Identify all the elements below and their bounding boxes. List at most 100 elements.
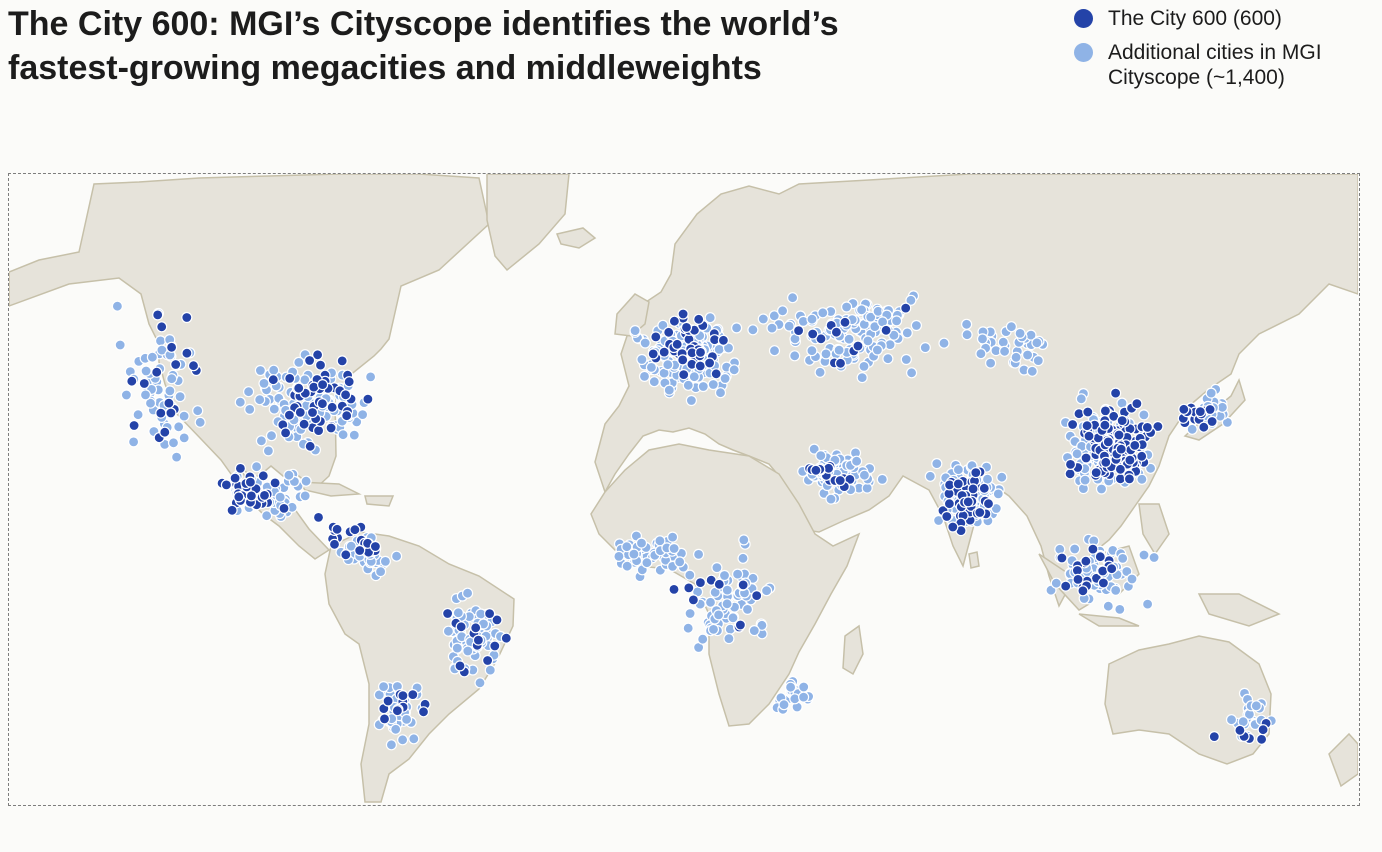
additional-city-dot — [931, 458, 943, 470]
additional-city-dot — [856, 372, 868, 384]
additional-city-dot — [120, 389, 133, 401]
additional-city-dot — [737, 552, 749, 564]
city600-dot — [703, 357, 716, 369]
additional-city-dot — [840, 301, 853, 313]
additional-city-dot — [721, 598, 733, 610]
city600-dot — [165, 407, 177, 419]
city600-dot — [680, 321, 693, 333]
city600-dot — [982, 498, 995, 510]
additional-city-dot — [639, 337, 651, 349]
additional-city-dot — [268, 364, 280, 376]
city600-dot — [1082, 406, 1094, 418]
additional-city-dot — [1117, 552, 1129, 564]
additional-city-dot — [815, 450, 827, 462]
city600-dot — [181, 311, 193, 324]
additional-city-dot — [648, 376, 660, 388]
city600-dot — [962, 496, 974, 508]
additional-city-dot — [730, 322, 743, 334]
additional-city-dot — [707, 378, 719, 391]
city600-dot-icon — [1074, 9, 1093, 28]
city600-dot — [245, 490, 257, 502]
additional-city-dot — [265, 430, 278, 442]
city600-dot — [482, 654, 494, 667]
city600-dot — [234, 462, 246, 474]
additional-city-dot — [1032, 355, 1044, 367]
additional-city-dot — [766, 322, 778, 334]
city600-dot — [1178, 403, 1190, 415]
city600-dot — [317, 379, 329, 391]
city600-dot — [1136, 450, 1148, 462]
city600-dot — [1056, 552, 1068, 564]
additional-city-dot — [684, 607, 696, 620]
additional-city-dot — [778, 699, 790, 711]
additional-city-dot — [757, 313, 769, 325]
additional-city-dot — [442, 625, 454, 637]
city600-dot — [734, 619, 747, 631]
additional-city-dot — [976, 333, 989, 345]
city600-dot — [152, 309, 164, 321]
additional-city-dot — [397, 734, 409, 746]
city600-dot — [663, 326, 675, 338]
additional-city-dot — [806, 345, 818, 357]
additional-city-dot — [748, 625, 760, 637]
additional-city-dot — [697, 380, 709, 393]
additional-city-dot — [786, 292, 799, 304]
city600-dot — [970, 467, 982, 479]
additional-city-dot — [996, 471, 1008, 483]
city600-dot — [658, 346, 670, 358]
city600-dot — [278, 502, 290, 514]
city600-dot — [340, 389, 352, 401]
city600-dot — [693, 313, 705, 325]
additional-city-dot — [357, 409, 369, 421]
additional-city-dot — [1138, 549, 1150, 561]
city600-dot — [1206, 415, 1218, 428]
city600-dot — [166, 341, 178, 353]
city600-dot — [156, 321, 168, 333]
city600-dot — [312, 511, 325, 523]
city600-dot — [1123, 473, 1136, 485]
city600-dot — [378, 713, 391, 725]
city600-dot — [1066, 418, 1079, 431]
city600-dot — [1106, 563, 1118, 575]
additional-city-dot — [192, 405, 204, 417]
additional-city-dot — [1010, 351, 1022, 363]
additional-city-dot — [961, 329, 973, 341]
city600-dot — [713, 578, 725, 590]
additional-city-dot — [704, 312, 716, 324]
city600-dot — [694, 577, 707, 589]
city600-dot — [668, 583, 680, 595]
additional-city-dot — [300, 475, 312, 487]
land-masses — [9, 174, 1358, 803]
city600-dot — [792, 325, 805, 337]
city600-dot — [138, 377, 150, 390]
additional-city-dot — [293, 356, 305, 368]
additional-city-dot — [871, 344, 884, 356]
city600-dot — [1124, 454, 1136, 466]
additional-city-dot — [1026, 365, 1038, 377]
city600-dot — [341, 410, 353, 422]
city600-dot — [1131, 398, 1143, 410]
city600-dot — [391, 705, 403, 717]
city600-dot — [257, 470, 269, 482]
madagascar — [842, 624, 864, 676]
additional-city-dot — [741, 603, 754, 615]
city600-dot — [304, 354, 316, 367]
additional-city-dot — [806, 313, 818, 325]
city600-dot — [807, 328, 819, 340]
city600-dot — [694, 346, 707, 358]
city600-dot — [181, 347, 193, 359]
city600-dot — [258, 489, 271, 501]
additional-city-dot — [833, 344, 845, 356]
city600-dot — [314, 359, 327, 371]
city600-dot — [1060, 580, 1072, 592]
additional-city-dot — [268, 403, 280, 415]
city600-dot — [1255, 733, 1268, 745]
additional-city-dot — [797, 691, 810, 703]
city600-dot — [382, 695, 394, 707]
city600-dot — [220, 479, 232, 491]
additional-city-dot — [697, 633, 709, 645]
city600-dot — [325, 422, 337, 434]
additional-city-dot — [127, 436, 140, 448]
additional-city-dot — [638, 370, 651, 382]
additional-city-dot — [674, 556, 686, 568]
